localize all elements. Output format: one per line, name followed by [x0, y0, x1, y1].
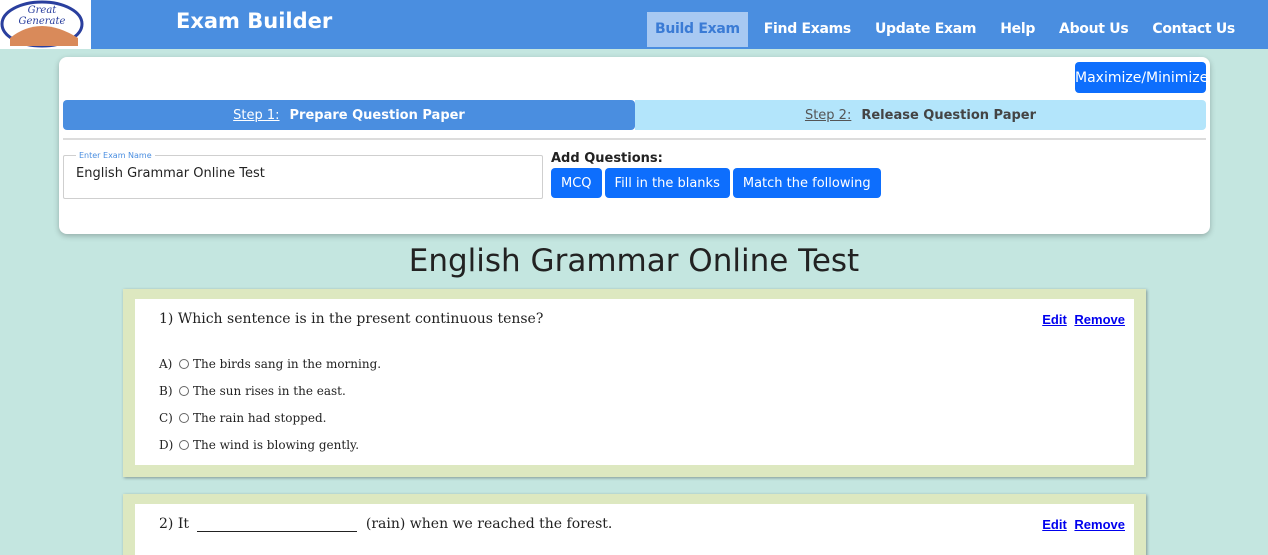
nav-build-exam[interactable]: Build Exam	[647, 12, 748, 47]
option-text: The sun rises in the east.	[193, 383, 346, 398]
exam-name-input[interactable]	[76, 166, 516, 181]
tab-step-2[interactable]: Step 2: Release Question Paper	[635, 100, 1206, 130]
main-nav: Build Exam Find Exams Update Exam Help A…	[647, 12, 1251, 47]
question-actions: Edit Remove	[1038, 517, 1125, 532]
logo-icon: Great Generate	[0, 0, 84, 48]
maximize-minimize-button[interactable]: Maximize/Minimize	[1075, 62, 1208, 93]
step-2-label: Release Question Paper	[861, 107, 1037, 123]
exam-name-fieldset: Enter Exam Name	[63, 151, 543, 199]
remove-question-link[interactable]: Remove	[1074, 312, 1125, 327]
options-list: A) The birds sang in the morning. B) The…	[159, 350, 381, 458]
add-mcq-button[interactable]: MCQ	[551, 168, 602, 198]
option-letter: A)	[159, 356, 173, 371]
option-a: A) The birds sang in the morning.	[159, 350, 381, 377]
remove-question-link[interactable]: Remove	[1074, 517, 1125, 532]
option-letter: C)	[159, 410, 173, 425]
edit-question-link[interactable]: Edit	[1042, 312, 1067, 327]
option-a-radio[interactable]	[179, 358, 189, 369]
add-questions-label: Add Questions:	[551, 151, 663, 166]
question-text: 2) It (rain) when we reached the forest.	[159, 516, 612, 532]
add-question-buttons: MCQ Fill in the blanks Match the followi…	[551, 168, 881, 198]
add-fill-blanks-button[interactable]: Fill in the blanks	[604, 168, 730, 198]
logo-line1: Great	[28, 5, 58, 16]
option-d: D) The wind is blowing gently.	[159, 431, 381, 458]
app-title: Exam Builder	[176, 9, 333, 33]
nav-help[interactable]: Help	[992, 12, 1043, 47]
option-text: The wind is blowing gently.	[193, 437, 360, 452]
option-b-radio[interactable]	[179, 385, 189, 396]
edit-question-link[interactable]: Edit	[1042, 517, 1067, 532]
top-navbar: Great Generate Exam Builder Build Exam F…	[0, 0, 1268, 49]
question-card: 2) It (rain) when we reached the forest.…	[123, 494, 1146, 555]
question-body: 1) Which sentence is in the present cont…	[135, 299, 1134, 465]
fill-blank	[197, 518, 358, 532]
exam-title: English Grammar Online Test	[408, 243, 860, 279]
option-letter: D)	[159, 437, 174, 452]
add-match-following-button[interactable]: Match the following	[732, 168, 881, 198]
divider	[63, 138, 1206, 140]
exam-name-legend: Enter Exam Name	[79, 151, 152, 160]
step-tabs: Step 1: Prepare Question Paper Step 2: R…	[63, 100, 1206, 130]
question-actions: Edit Remove	[1038, 312, 1125, 327]
option-c-radio[interactable]	[179, 412, 189, 423]
builder-panel: Maximize/Minimize Step 1: Prepare Questi…	[59, 57, 1210, 234]
question-text-before: 2) It	[159, 516, 189, 532]
logo[interactable]: Great Generate	[0, 0, 91, 49]
logo-line2: Generate	[19, 16, 66, 27]
step-1-number: Step 1:	[233, 107, 280, 123]
option-b: B) The sun rises in the east.	[159, 377, 381, 404]
nav-find-exams[interactable]: Find Exams	[756, 12, 859, 47]
option-text: The rain had stopped.	[193, 410, 327, 425]
step-1-label: Prepare Question Paper	[289, 107, 465, 123]
tab-step-1[interactable]: Step 1: Prepare Question Paper	[63, 100, 635, 130]
nav-about-us[interactable]: About Us	[1051, 12, 1136, 47]
option-letter: B)	[159, 383, 173, 398]
option-text: The birds sang in the morning.	[193, 356, 382, 371]
question-body: 2) It (rain) when we reached the forest.…	[135, 504, 1134, 555]
option-d-radio[interactable]	[179, 439, 189, 450]
option-c: C) The rain had stopped.	[159, 404, 381, 431]
nav-update-exam[interactable]: Update Exam	[867, 12, 984, 47]
question-text: 1) Which sentence is in the present cont…	[159, 311, 544, 327]
step-2-number: Step 2:	[804, 107, 852, 123]
nav-contact-us[interactable]: Contact Us	[1144, 12, 1243, 47]
question-card: 1) Which sentence is in the present cont…	[123, 289, 1146, 477]
question-text-after: (rain) when we reached the forest.	[365, 516, 613, 532]
